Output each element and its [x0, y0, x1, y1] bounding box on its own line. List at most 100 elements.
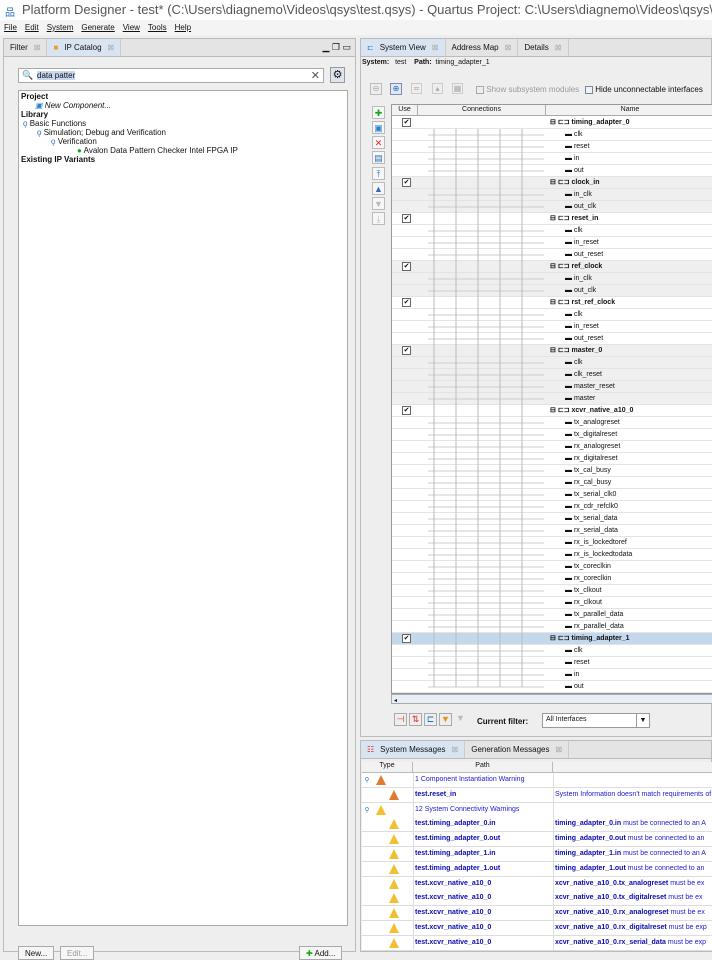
- collapse-icon[interactable]: ⊟: [550, 407, 556, 414]
- use-checkbox[interactable]: ✔: [402, 178, 411, 187]
- checkbox[interactable]: [476, 85, 484, 94]
- hide-unconnectable-checkbox[interactable]: Hide unconnectable interfaces: [585, 85, 703, 94]
- message-row[interactable]: test.xcvr_native_a10_0 xcvr_native_a10_0.…: [362, 906, 712, 922]
- message-row[interactable]: test.timing_adapter_0.in timing_adapter_0…: [362, 817, 712, 833]
- tab-address-map[interactable]: Address Map ⊠: [446, 39, 519, 56]
- menu-system[interactable]: System: [47, 23, 74, 32]
- collapse-icon[interactable]: ⊟: [550, 179, 556, 186]
- use-checkbox[interactable]: ✔: [402, 346, 411, 355]
- collapse-icon[interactable]: ≖: [411, 83, 422, 94]
- close-icon[interactable]: ⊠: [556, 745, 563, 754]
- tree-expand-icon[interactable]: ǫ: [37, 128, 41, 137]
- menu-generate[interactable]: Generate: [81, 23, 114, 32]
- move-up-icon[interactable]: ▲: [372, 182, 385, 195]
- tab-generation-messages[interactable]: Generation Messages ⊠: [465, 741, 570, 758]
- tree-expand-icon[interactable]: ǫ: [365, 776, 369, 783]
- connections-graph[interactable]: [418, 117, 546, 694]
- message-row[interactable]: ǫ 12 System Connectivity Warnings: [362, 802, 712, 818]
- move-down-icon[interactable]: ▼: [372, 197, 385, 210]
- use-checkbox[interactable]: ✔: [402, 262, 411, 271]
- message-row[interactable]: test.xcvr_native_a10_0 xcvr_native_a10_0.…: [362, 876, 712, 892]
- message-row[interactable]: test.timing_adapter_1.out timing_adapter_…: [362, 861, 712, 877]
- close-icon[interactable]: ⊠: [34, 43, 41, 52]
- window-controls[interactable]: ▁ ❐ ▭: [318, 39, 355, 56]
- tree-verification[interactable]: ǫ Verification: [21, 137, 345, 146]
- filter-select[interactable]: All Interfaces ▼: [542, 713, 650, 728]
- tab-system-view[interactable]: ⊏ System View ⊠: [361, 39, 446, 56]
- edit-component-icon[interactable]: ▤: [372, 151, 385, 164]
- module-icon[interactable]: ▦: [452, 83, 463, 94]
- tree-expand-icon[interactable]: ǫ: [23, 119, 27, 128]
- zoom-out-icon[interactable]: ⊖: [370, 83, 382, 95]
- filter-icon[interactable]: ▼: [439, 713, 452, 726]
- close-icon[interactable]: ⊠: [108, 43, 115, 52]
- header-name[interactable]: Name: [546, 105, 712, 116]
- collapse-icon[interactable]: ⊟: [550, 635, 556, 642]
- header-connections[interactable]: Connections: [418, 105, 546, 116]
- collapse-icon[interactable]: ⊟: [550, 119, 556, 126]
- close-icon[interactable]: ⊠: [432, 43, 439, 52]
- message-row[interactable]: test.xcvr_native_a10_0 xcvr_native_a10_0.…: [362, 891, 712, 907]
- message-row[interactable]: test.timing_adapter_1.in timing_adapter_1…: [362, 847, 712, 862]
- up-icon[interactable]: ▴: [432, 83, 443, 94]
- scroll-left-icon[interactable]: ◂: [392, 698, 397, 704]
- connect-icon[interactable]: ⊣: [394, 713, 407, 726]
- close-icon[interactable]: ⊠: [555, 43, 562, 52]
- message-row[interactable]: test.timing_adapter_0.out timing_adapter_…: [362, 832, 712, 848]
- tree-library[interactable]: Library: [21, 110, 345, 119]
- header-use[interactable]: Use: [392, 105, 418, 116]
- move-bottom-icon[interactable]: ⤓: [372, 212, 385, 225]
- tab-ip-catalog[interactable]: ■ IP Catalog ⊠: [47, 39, 122, 56]
- tree-new-component[interactable]: ▣ New Component...: [21, 101, 345, 110]
- collapse-icon[interactable]: ⊟: [550, 299, 556, 306]
- tree-existing-variants[interactable]: Existing IP Variants: [21, 155, 345, 164]
- export-icon[interactable]: ⇅: [409, 713, 422, 726]
- message-row[interactable]: test.xcvr_native_a10_0 xcvr_native_a10_0.…: [362, 921, 712, 936]
- tab-filter[interactable]: Filter ⊠: [4, 39, 48, 56]
- clear-search-icon[interactable]: ✕: [311, 69, 320, 82]
- collapse-icon[interactable]: ⊟: [550, 347, 556, 354]
- use-checkbox[interactable]: ✔: [402, 634, 411, 643]
- use-checkbox[interactable]: ✔: [402, 298, 411, 307]
- close-icon[interactable]: ⊠: [505, 43, 512, 52]
- menu-tools[interactable]: Tools: [148, 23, 167, 32]
- new-component-icon[interactable]: ▣: [372, 121, 385, 134]
- tree-expand-icon[interactable]: ǫ: [365, 806, 369, 813]
- chevron-down-icon[interactable]: ▼: [636, 714, 649, 727]
- use-checkbox[interactable]: ✔: [402, 214, 411, 223]
- checkbox[interactable]: [585, 85, 593, 94]
- tree-project[interactable]: Project: [21, 92, 345, 101]
- maximize-icon[interactable]: ▭: [342, 42, 351, 52]
- zoom-in-icon[interactable]: ⊕: [390, 83, 402, 95]
- use-checkbox[interactable]: ✔: [402, 118, 411, 127]
- minimize-icon[interactable]: ▁: [322, 42, 329, 52]
- menu-view[interactable]: View: [123, 23, 140, 32]
- message-row[interactable]: test.reset_in System Information doesn't …: [362, 787, 712, 803]
- horizontal-scrollbar[interactable]: ◂: [391, 694, 712, 704]
- edit-button[interactable]: Edit...: [60, 946, 95, 960]
- message-row[interactable]: ǫ 1 Component Instantiation Warning: [362, 773, 712, 788]
- header-type[interactable]: Type: [362, 762, 413, 773]
- tab-details[interactable]: Details ⊠: [518, 39, 569, 56]
- show-subsystem-checkbox[interactable]: Show subsystem modules: [476, 85, 579, 94]
- tree-ip-avalon-checker[interactable]: ● Avalon Data Pattern Checker Intel FPGA…: [21, 146, 345, 155]
- menu-help[interactable]: Help: [175, 23, 191, 32]
- add-component-icon[interactable]: ✚: [372, 106, 385, 119]
- search-input[interactable]: 🔍 data patter ✕: [18, 68, 324, 83]
- tree-simulation[interactable]: ǫ Simulation; Debug and Verification: [21, 128, 345, 137]
- new-button[interactable]: New...: [18, 946, 55, 960]
- add-button[interactable]: ✚ Add...: [299, 946, 343, 960]
- header-path[interactable]: Path: [413, 762, 553, 773]
- menu-file[interactable]: File: [4, 23, 17, 32]
- collapse-icon[interactable]: ⊟: [550, 263, 556, 270]
- clear-filter-icon[interactable]: ▼: [454, 713, 467, 726]
- tab-system-messages[interactable]: ☷ System Messages ⊠: [361, 741, 466, 758]
- tree-expand-icon[interactable]: ǫ: [51, 137, 55, 146]
- tree-basic-functions[interactable]: ǫ Basic Functions: [21, 119, 345, 128]
- menu-edit[interactable]: Edit: [25, 23, 39, 32]
- collapse-icon[interactable]: ⊟: [550, 215, 556, 222]
- settings-gear-icon[interactable]: ⚙: [330, 67, 345, 83]
- loop-icon[interactable]: ⊏: [424, 713, 437, 726]
- use-checkbox[interactable]: ✔: [402, 406, 411, 415]
- remove-icon[interactable]: ✕: [372, 136, 385, 149]
